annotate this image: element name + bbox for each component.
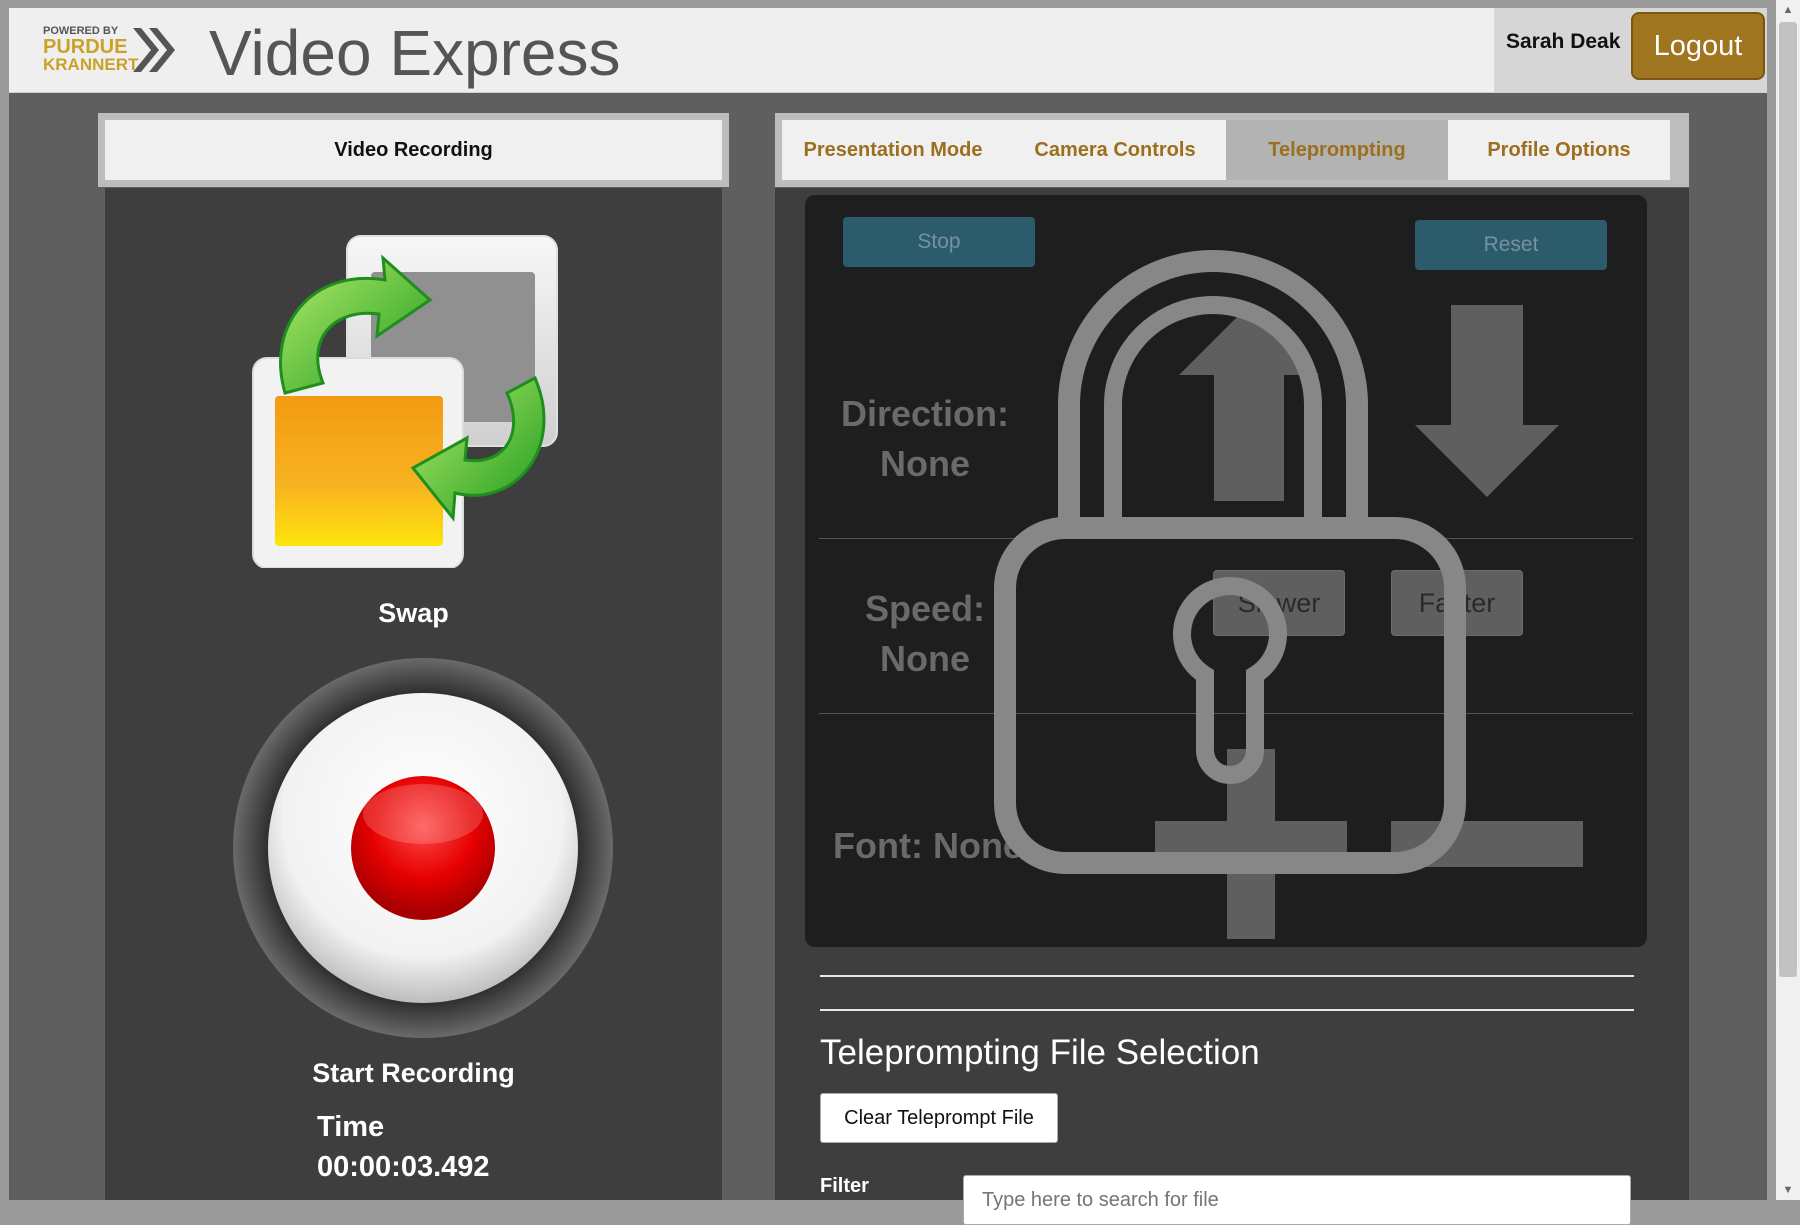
slower-button[interactable]: Slower xyxy=(1213,570,1345,636)
divider xyxy=(820,1009,1634,1011)
left-panel-tabbar: Video Recording xyxy=(98,113,729,187)
clear-teleprompt-file-button[interactable]: Clear Teleprompt File xyxy=(820,1093,1058,1143)
file-search-input[interactable] xyxy=(963,1175,1631,1225)
divider xyxy=(820,975,1634,977)
scroll-down-icon[interactable]: ▼ xyxy=(1776,1180,1800,1200)
scroll-up-arrow-icon[interactable] xyxy=(1179,305,1319,501)
start-recording-label: Start Recording xyxy=(312,1058,515,1088)
elapsed-time: 00:00:03.492 xyxy=(317,1151,490,1183)
tab-profile-options[interactable]: Profile Options xyxy=(1448,120,1670,180)
scrollbar-thumb[interactable] xyxy=(1779,22,1797,977)
font-decrease-icon[interactable] xyxy=(1391,821,1583,867)
file-selection-title: Teleprompting File Selection xyxy=(820,1033,1260,1072)
logout-button[interactable]: Logout xyxy=(1631,12,1765,80)
app-frame: POWERED BY PURDUE KRANNERT Video Express… xyxy=(9,8,1767,1225)
direction-label: Direction: xyxy=(840,393,1009,434)
tab-camera-controls[interactable]: Camera Controls xyxy=(1004,120,1226,180)
swap-label: Swap xyxy=(378,598,449,628)
time-label: Time xyxy=(317,1111,385,1143)
filter-label: Filter xyxy=(820,1175,869,1197)
teleprompter-controls: Stop Reset Direction: None Speed: None S… xyxy=(805,195,1647,947)
logo-line3: KRANNERT xyxy=(43,55,139,74)
tab-presentation-mode[interactable]: Presentation Mode xyxy=(782,120,1004,180)
font-label: Font: None xyxy=(833,825,1023,866)
user-box: Sarah Deak Logout xyxy=(1494,8,1767,92)
purdue-krannert-logo: POWERED BY PURDUE KRANNERT xyxy=(43,25,175,74)
swap-camera-icon[interactable] xyxy=(245,228,585,568)
stop-button[interactable]: Stop xyxy=(843,217,1035,267)
right-panel-tabbar: Presentation Mode Camera Controls Telepr… xyxy=(775,113,1689,187)
user-name: Sarah Deak xyxy=(1506,30,1621,53)
video-recording-panel: Swap Start Recording Time 00:00:03.492 xyxy=(105,188,722,1200)
font-increase-icon[interactable] xyxy=(1155,749,1347,939)
direction-value: None xyxy=(880,443,970,484)
speed-value: None xyxy=(880,638,970,679)
teleprompting-panel: Stop Reset Direction: None Speed: None S… xyxy=(775,188,1689,1225)
app-title: Video Express xyxy=(209,17,621,89)
tab-teleprompting[interactable]: Teleprompting xyxy=(1226,120,1448,180)
reset-button[interactable]: Reset xyxy=(1415,220,1607,270)
header: POWERED BY PURDUE KRANNERT Video Express… xyxy=(9,8,1767,93)
scroll-down-arrow-icon[interactable] xyxy=(1415,305,1559,497)
faster-button[interactable]: Faster xyxy=(1391,570,1523,636)
start-recording-button[interactable] xyxy=(231,656,615,1040)
speed-label: Speed: xyxy=(864,588,986,629)
scroll-up-icon[interactable]: ▲ xyxy=(1776,0,1800,20)
separator xyxy=(819,538,1633,539)
page-scrollbar[interactable]: ▲ ▼ xyxy=(1776,0,1800,1200)
separator xyxy=(819,713,1633,714)
tab-video-recording[interactable]: Video Recording xyxy=(105,120,722,180)
